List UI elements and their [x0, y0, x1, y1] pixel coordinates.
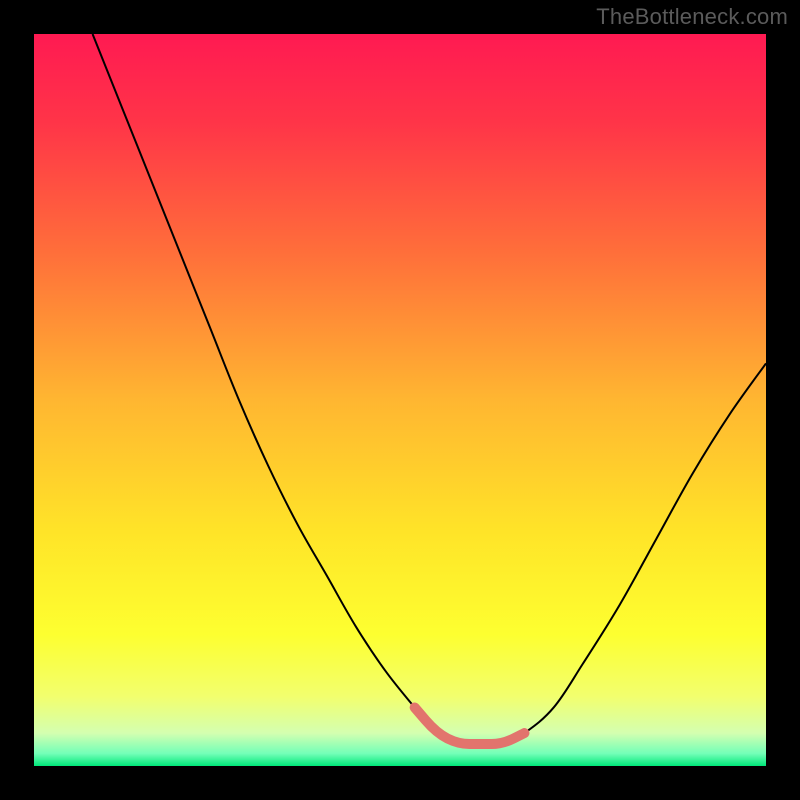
- chart-frame: TheBottleneck.com: [0, 0, 800, 800]
- chart-svg: [34, 34, 766, 766]
- plot-area: [34, 34, 766, 766]
- gradient-background: [34, 34, 766, 766]
- watermark-text: TheBottleneck.com: [596, 4, 788, 30]
